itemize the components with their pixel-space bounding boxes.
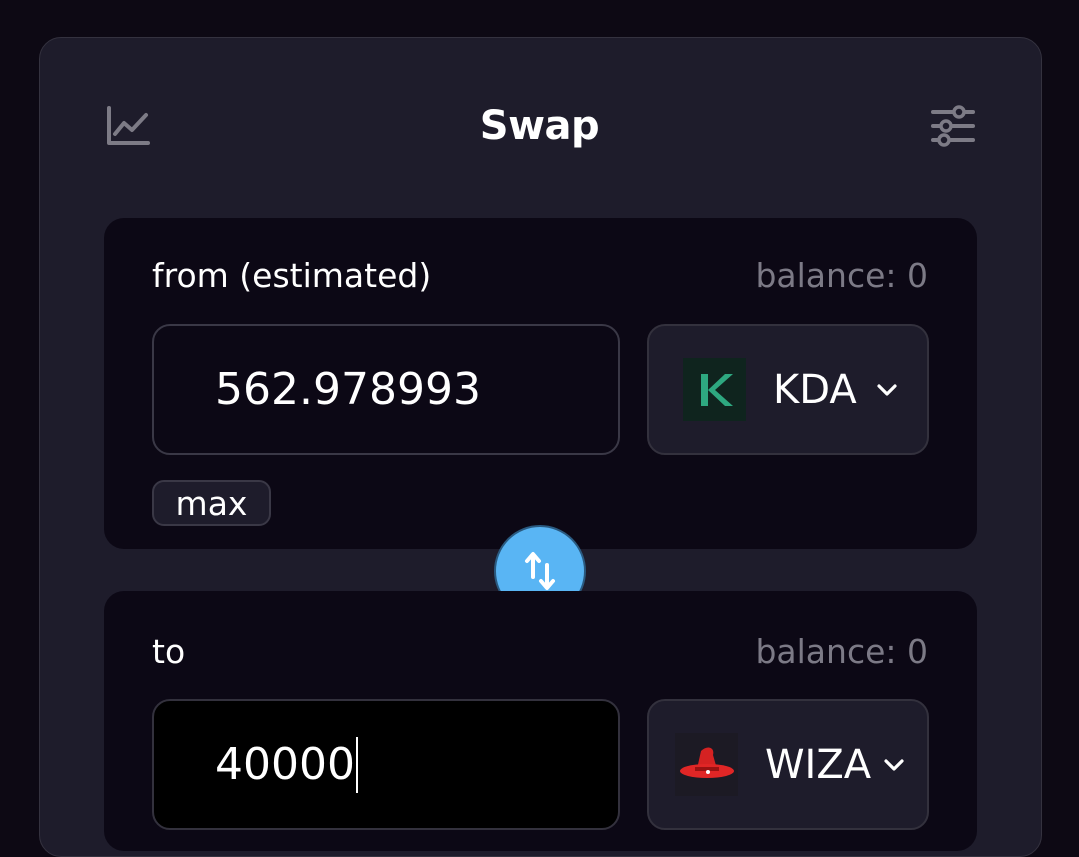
from-amount-input[interactable]: 562.978993 — [152, 324, 620, 455]
page-title: Swap — [479, 103, 600, 149]
chevron-down-icon — [884, 758, 904, 771]
swap-arrows-icon — [525, 552, 555, 590]
chevron-down-icon — [877, 383, 897, 396]
to-label: to — [152, 632, 186, 671]
kda-logo-icon — [683, 358, 746, 421]
sliders-icon[interactable] — [930, 103, 976, 149]
from-token-name: KDA — [773, 366, 857, 413]
to-amount-value: 40000 — [215, 739, 355, 790]
to-amount-input[interactable]: 40000 — [152, 699, 620, 830]
from-label: from (estimated) — [152, 256, 432, 295]
text-caret — [355, 736, 358, 793]
max-button[interactable]: max — [152, 480, 271, 526]
from-token-selector[interactable]: KDA — [647, 324, 929, 455]
from-amount-value: 562.978993 — [215, 364, 481, 415]
wiza-hat-icon — [675, 733, 738, 796]
to-balance: balance: 0 — [755, 632, 928, 671]
to-token-name: WIZA — [765, 741, 872, 788]
to-token-selector[interactable]: WIZA — [647, 699, 929, 830]
from-balance: balance: 0 — [755, 256, 928, 295]
